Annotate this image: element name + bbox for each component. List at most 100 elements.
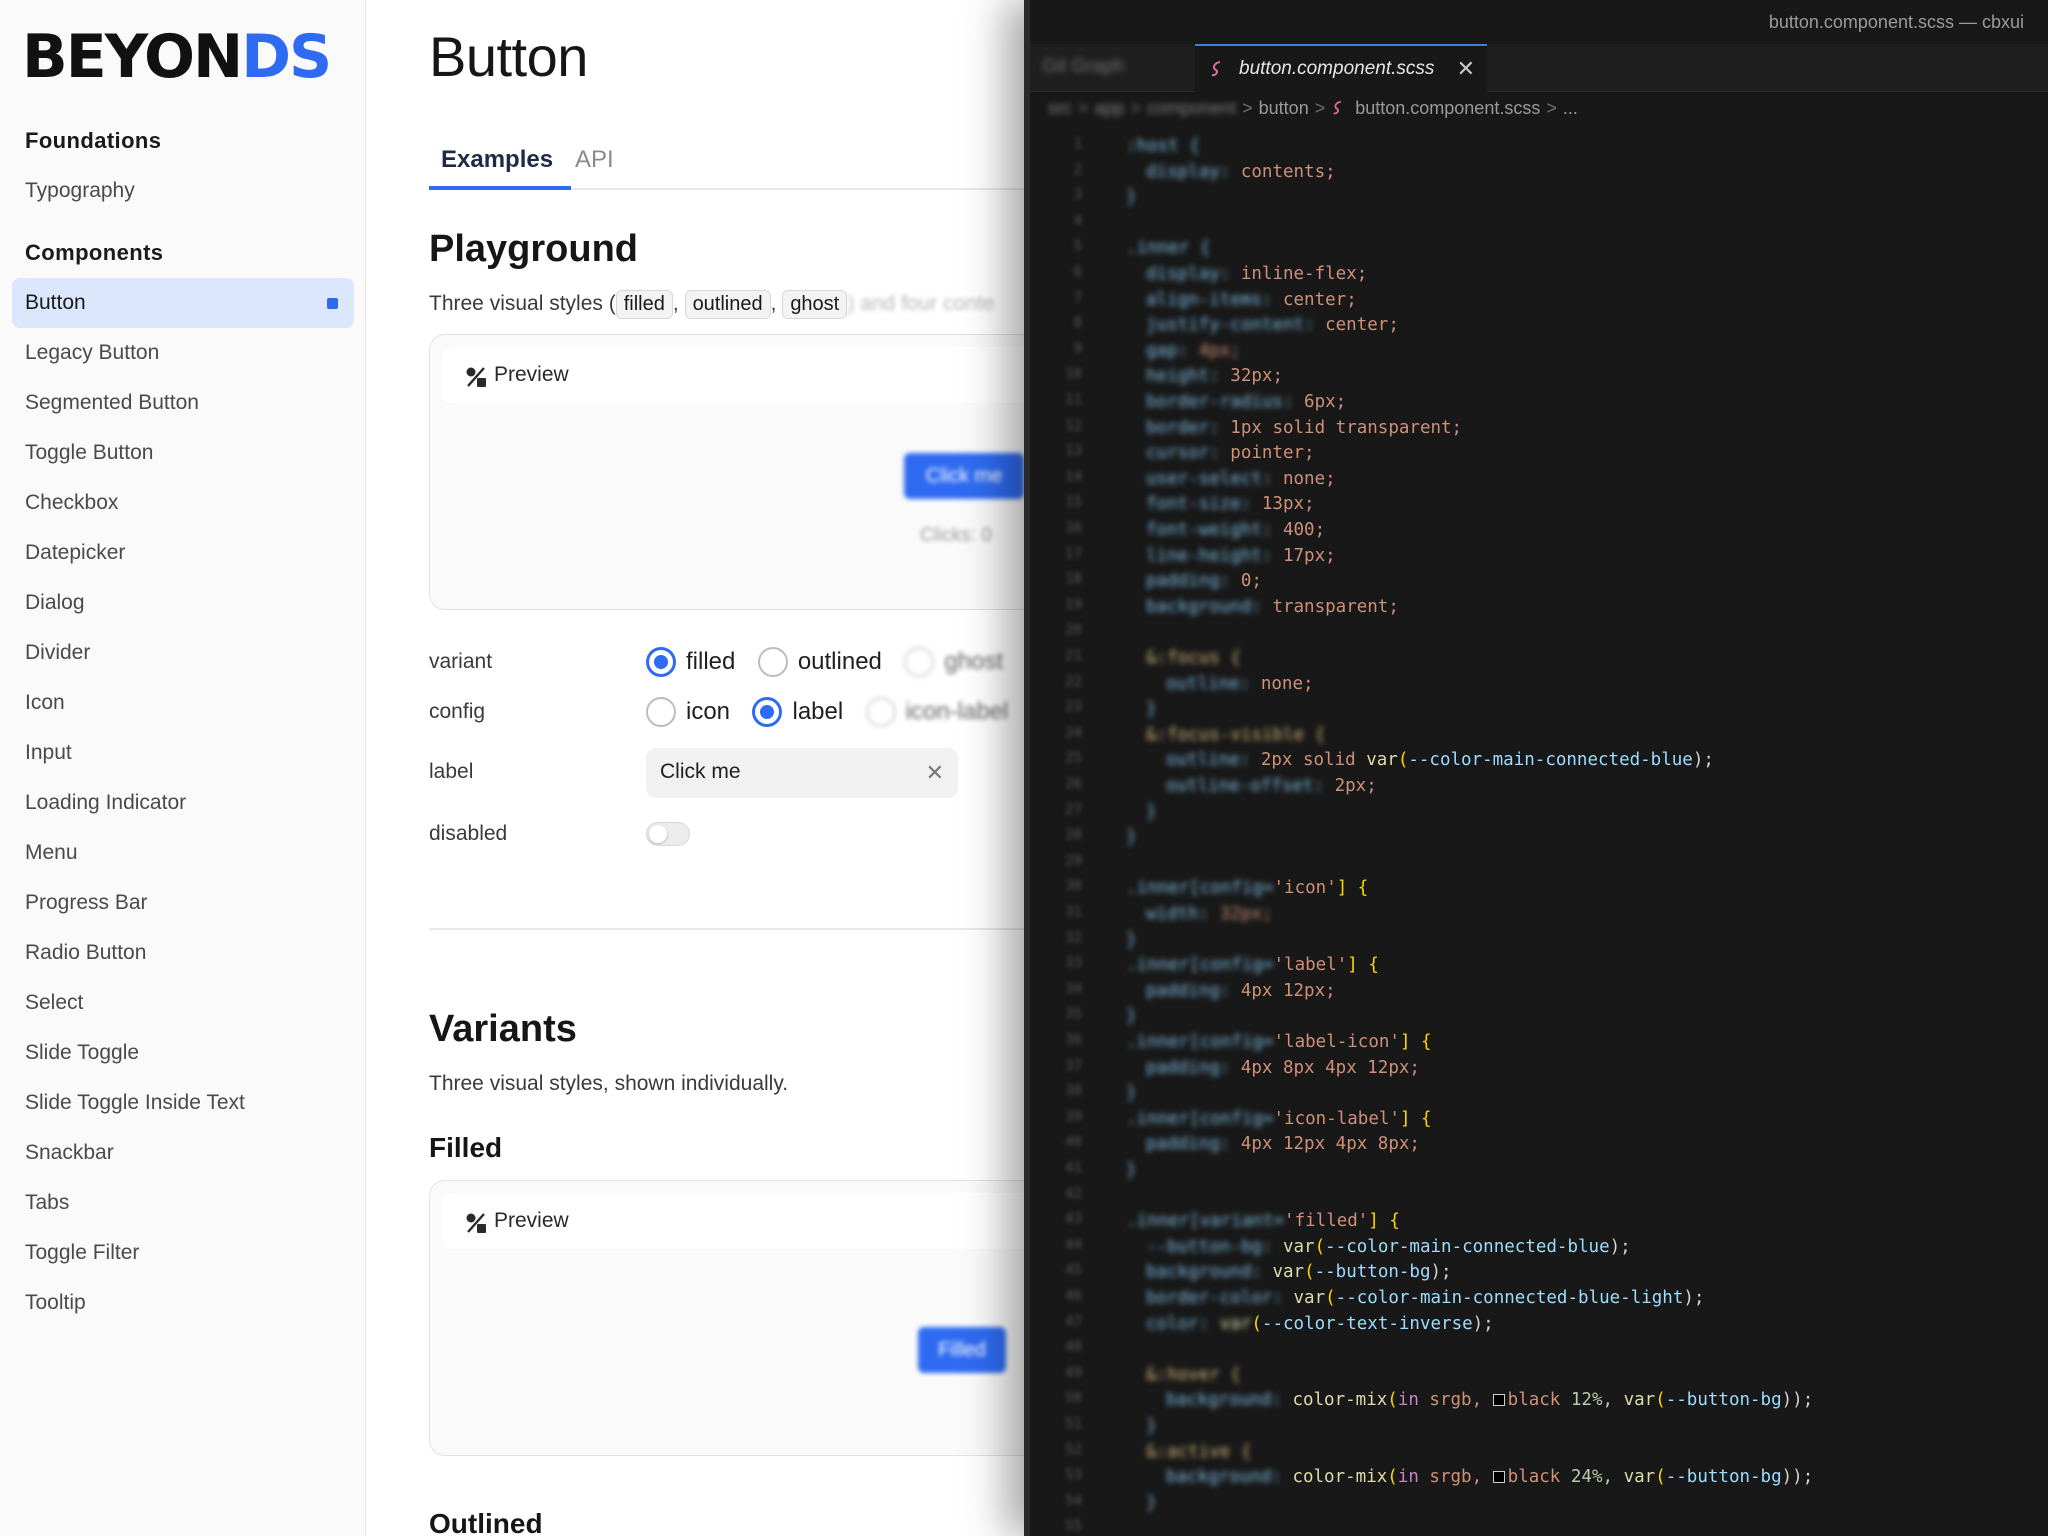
code-line: outline: 2px solid var(--color-main-conn… bbox=[1166, 750, 1714, 771]
sidebar-item-select[interactable]: Select bbox=[12, 978, 354, 1028]
disabled-toggle[interactable] bbox=[646, 822, 690, 846]
sidebar-item-tabs[interactable]: Tabs bbox=[12, 1178, 354, 1228]
code-line: display: contents; bbox=[1146, 161, 1336, 182]
shapes-icon bbox=[466, 1213, 486, 1233]
sidebar-item-button[interactable]: Button bbox=[12, 278, 354, 328]
radio-label: label bbox=[792, 698, 844, 725]
code-line: } bbox=[1126, 929, 1137, 950]
variant-radio-group: filled outlined ghost bbox=[646, 644, 1021, 680]
radio-config-icon-label[interactable]: icon-label bbox=[865, 694, 1009, 730]
code-line: border-color: var(--color-main-connected… bbox=[1146, 1288, 1705, 1308]
sidebar-item-slide-toggle-inside-text[interactable]: Slide Toggle Inside Text bbox=[12, 1078, 354, 1128]
clear-icon[interactable]: ✕ bbox=[926, 760, 944, 786]
code-line: } bbox=[1126, 187, 1137, 208]
code-line: &:focus { bbox=[1146, 648, 1241, 668]
code-line: } bbox=[1126, 1006, 1137, 1027]
chip-filled: filled bbox=[615, 290, 673, 319]
radio-variant-ghost[interactable]: ghost bbox=[904, 644, 1003, 680]
sidebar-item-legacy-button[interactable]: Legacy Button bbox=[12, 328, 354, 378]
playground-preview-card: Preview Click me Clicks: 0 bbox=[429, 334, 1066, 610]
sidebar-item-segmented-button[interactable]: Segmented Button bbox=[12, 378, 354, 428]
sidebar-item-progress-bar[interactable]: Progress Bar bbox=[12, 878, 354, 928]
outlined-heading: Outlined bbox=[429, 1508, 543, 1536]
code-line: } bbox=[1146, 801, 1157, 822]
sidebar-item-menu[interactable]: Menu bbox=[12, 828, 354, 878]
code-line: padding: 0; bbox=[1146, 571, 1262, 592]
prop-label-disabled: disabled bbox=[429, 822, 508, 845]
sidebar-item-checkbox[interactable]: Checkbox bbox=[12, 478, 354, 528]
logo-text-accent: DS bbox=[241, 22, 332, 92]
code-line: padding: 4px 12px; bbox=[1146, 980, 1336, 1001]
chip-outlined: outlined bbox=[684, 290, 771, 319]
code-line: background: var(--button-bg); bbox=[1146, 1262, 1452, 1283]
sidebar-item-dialog[interactable]: Dialog bbox=[12, 578, 354, 628]
demo-click-me-button[interactable]: Click me bbox=[904, 453, 1024, 499]
code-line: --button-bg: var(--color-main-connected-… bbox=[1146, 1236, 1631, 1257]
label-input[interactable]: Click me ✕ bbox=[646, 748, 958, 798]
preview-label: Preview bbox=[494, 1209, 569, 1232]
config-radio-group: icon label icon-label bbox=[646, 694, 1026, 730]
color-swatch bbox=[1492, 1394, 1505, 1407]
nav-section-components: Components bbox=[25, 240, 164, 265]
code-line: background: color-mix(in srgb, black 12%… bbox=[1166, 1390, 1814, 1411]
filled-preview-card: Preview Filled bbox=[429, 1180, 1066, 1456]
radio-config-icon[interactable]: icon bbox=[646, 694, 730, 730]
code-line: } bbox=[1126, 1083, 1137, 1104]
code-line: padding: 4px 8px 4px 12px; bbox=[1146, 1057, 1420, 1078]
sidebar-item-loading-indicator[interactable]: Loading Indicator bbox=[12, 778, 354, 828]
nav-section-foundations: Foundations bbox=[25, 128, 162, 153]
code-line: .inner[variant='filled'] { bbox=[1126, 1211, 1400, 1232]
demo-clicks-counter: Clicks: 0 bbox=[920, 525, 992, 546]
code-area[interactable]: :host { display: contents; } .inner { di… bbox=[1030, 0, 2048, 1536]
sidebar-item-snackbar[interactable]: Snackbar bbox=[12, 1128, 354, 1178]
radio-variant-outlined[interactable]: outlined bbox=[757, 644, 882, 680]
code-line: .inner[config='icon-label'] { bbox=[1126, 1108, 1432, 1129]
sidebar-item-divider[interactable]: Divider bbox=[12, 628, 354, 678]
radio-variant-filled[interactable]: filled bbox=[646, 644, 735, 680]
code-line: &:hover { bbox=[1146, 1364, 1241, 1385]
desc-comma: , bbox=[672, 292, 679, 315]
sidebar-item-icon[interactable]: Icon bbox=[12, 678, 354, 728]
sidebar: BEYONDS Foundations Typography Component… bbox=[0, 0, 366, 1536]
code-line: outline: none; bbox=[1166, 673, 1314, 694]
code-line: .inner[config='label-icon'] { bbox=[1126, 1032, 1432, 1052]
code-line: background: color-mix(in srgb, black 24%… bbox=[1166, 1467, 1814, 1488]
sidebar-item-toggle-button[interactable]: Toggle Button bbox=[12, 428, 354, 478]
radio-dot bbox=[646, 647, 676, 677]
code-line: background: transparent; bbox=[1146, 596, 1399, 617]
radio-label: outlined bbox=[797, 648, 882, 675]
brand-logo[interactable]: BEYONDS bbox=[22, 22, 332, 92]
radio-label: icon bbox=[686, 698, 731, 725]
code-line: } bbox=[1146, 699, 1157, 720]
sidebar-item-radio-button[interactable]: Radio Button bbox=[12, 928, 354, 978]
sidebar-item-toggle-filter[interactable]: Toggle Filter bbox=[12, 1228, 354, 1278]
tab-examples[interactable]: Examples bbox=[429, 146, 571, 190]
code-line: } bbox=[1146, 1492, 1157, 1513]
demo-filled-button[interactable]: Filled bbox=[918, 1327, 1006, 1373]
desc-prefix: Three visual styles ( bbox=[429, 292, 616, 315]
radio-label: icon-label bbox=[905, 698, 1009, 725]
variants-description: Three visual styles, shown individually. bbox=[429, 1072, 789, 1095]
code-line: justify-content: center; bbox=[1146, 315, 1399, 336]
radio-dot bbox=[865, 697, 896, 727]
sidebar-item-typography[interactable]: Typography bbox=[12, 166, 354, 216]
sidebar-item-slide-toggle[interactable]: Slide Toggle bbox=[12, 1028, 354, 1078]
code-line: border-radius: 6px; bbox=[1146, 392, 1347, 412]
sidebar-item-datepicker[interactable]: Datepicker bbox=[12, 528, 354, 578]
code-line: border: 1px solid transparent; bbox=[1146, 417, 1463, 438]
sidebar-item-input[interactable]: Input bbox=[12, 728, 354, 778]
label-input-value: Click me bbox=[660, 760, 741, 783]
prop-label-config: config bbox=[429, 700, 486, 723]
radio-dot bbox=[904, 647, 935, 677]
color-swatch bbox=[1492, 1471, 1505, 1484]
tab-api[interactable]: API bbox=[575, 146, 614, 190]
preview-label: Preview bbox=[494, 363, 569, 386]
radio-label: filled bbox=[686, 648, 736, 675]
code-line: .inner { bbox=[1126, 238, 1211, 259]
code-line: .inner[config='label'] { bbox=[1126, 955, 1379, 976]
radio-config-label[interactable]: label bbox=[752, 694, 843, 730]
code-line: width: 32px; bbox=[1146, 904, 1273, 924]
preview-header: Preview bbox=[442, 347, 1066, 403]
desc-comma-2: , bbox=[770, 292, 777, 315]
sidebar-item-tooltip[interactable]: Tooltip bbox=[12, 1278, 354, 1328]
